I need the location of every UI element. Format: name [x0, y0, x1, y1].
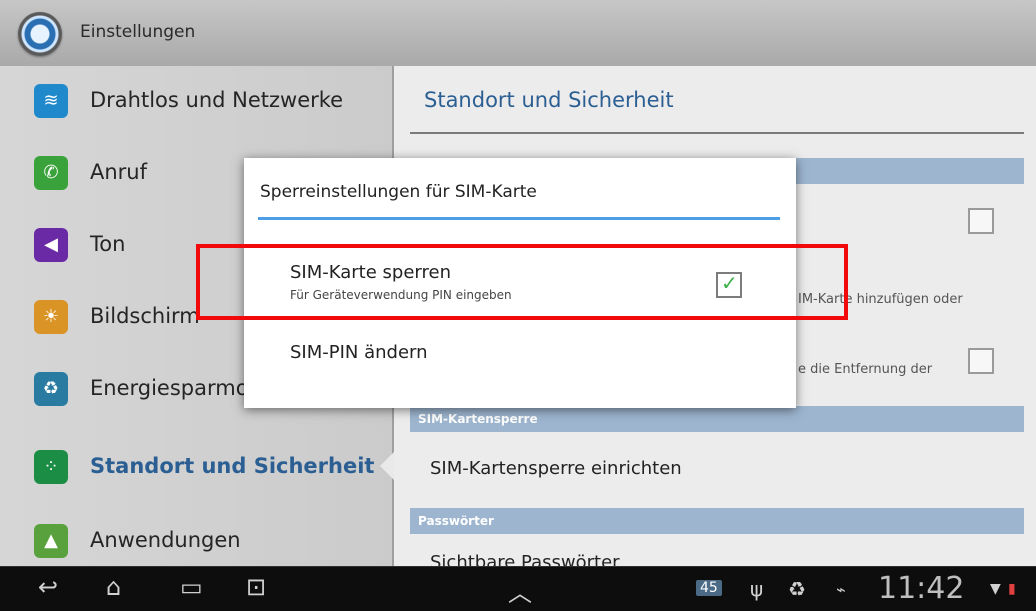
screenshot-icon[interactable]: ⊡	[246, 573, 266, 601]
dialog-title-divider	[258, 217, 780, 220]
section-label: SIM-Kartensperre	[418, 412, 538, 426]
sidebar-item-label: Bildschirm	[90, 304, 200, 328]
content-header: Standort und Sicherheit	[424, 88, 674, 112]
section-label: Passwörter	[418, 514, 494, 528]
home-icon[interactable]: ⌂	[106, 573, 121, 601]
header-divider	[410, 132, 1024, 134]
highlight-box	[196, 244, 848, 320]
checkbox[interactable]	[968, 208, 994, 234]
recent-apps-icon[interactable]: ▭	[180, 573, 203, 601]
checkbox[interactable]	[968, 348, 994, 374]
speaker-icon: ◀	[34, 228, 68, 262]
signal-icon: ⌁	[836, 580, 846, 599]
window-title: Einstellungen	[80, 22, 196, 42]
sidebar-item-label: Drahtlos und Netzwerke	[90, 88, 344, 112]
visible-passwords-item[interactable]: Sichtbare Passwörter	[430, 552, 620, 566]
back-icon[interactable]: ↩	[38, 573, 58, 601]
phone-icon: ✆	[34, 156, 68, 190]
sidebar-item-label: Standort und Sicherheit	[90, 454, 375, 478]
active-item-pointer	[380, 452, 394, 480]
sidebar-item-label: Ton	[90, 232, 126, 256]
section-header-passwords: Passwörter	[410, 508, 1024, 534]
notification-badge[interactable]: 45	[696, 580, 722, 596]
dialog-title: Sperreinstellungen für SIM-Karte	[260, 182, 537, 202]
wifi-icon: ≋	[34, 84, 68, 118]
clock[interactable]: 11:42	[878, 571, 964, 606]
brightness-icon: ☀	[34, 300, 68, 334]
chevron-up-icon[interactable]: ︿	[508, 573, 532, 608]
sim-lock-setup-item[interactable]: SIM-Kartensperre einrichten	[430, 458, 682, 479]
row-description: e die Entfernung der	[798, 362, 933, 377]
sidebar-item-label: Anwendungen	[90, 528, 241, 552]
settings-logo-icon	[18, 12, 62, 56]
usb-icon[interactable]: ψ	[750, 577, 763, 601]
battery-icon: ▮	[1008, 581, 1016, 597]
android-icon: ▲	[34, 524, 68, 558]
battery-recycle-icon: ♻	[34, 372, 68, 406]
sidebar-item-location-security[interactable]: ⁘ Standort und Sicherheit	[0, 432, 392, 504]
system-bar: ↩ ⌂ ▭ ⊡ ︿ 45 ψ ♻ ⌁ 11:42 ▼ ▮	[0, 566, 1036, 611]
title-bar: Einstellungen	[0, 0, 1036, 67]
sidebar-item-wireless[interactable]: ≋ Drahtlos und Netzwerke	[0, 66, 392, 138]
location-grid-icon: ⁘	[34, 450, 68, 484]
change-sim-pin-option[interactable]: SIM-PIN ändern	[290, 342, 428, 363]
sidebar-item-label: Anruf	[90, 160, 148, 184]
recycle-icon[interactable]: ♻	[788, 577, 806, 601]
sidebar-item-applications[interactable]: ▲ Anwendungen	[0, 506, 392, 566]
wifi-signal-icon: ▼	[990, 581, 1001, 597]
section-header-sim-lock: SIM-Kartensperre	[410, 406, 1024, 432]
